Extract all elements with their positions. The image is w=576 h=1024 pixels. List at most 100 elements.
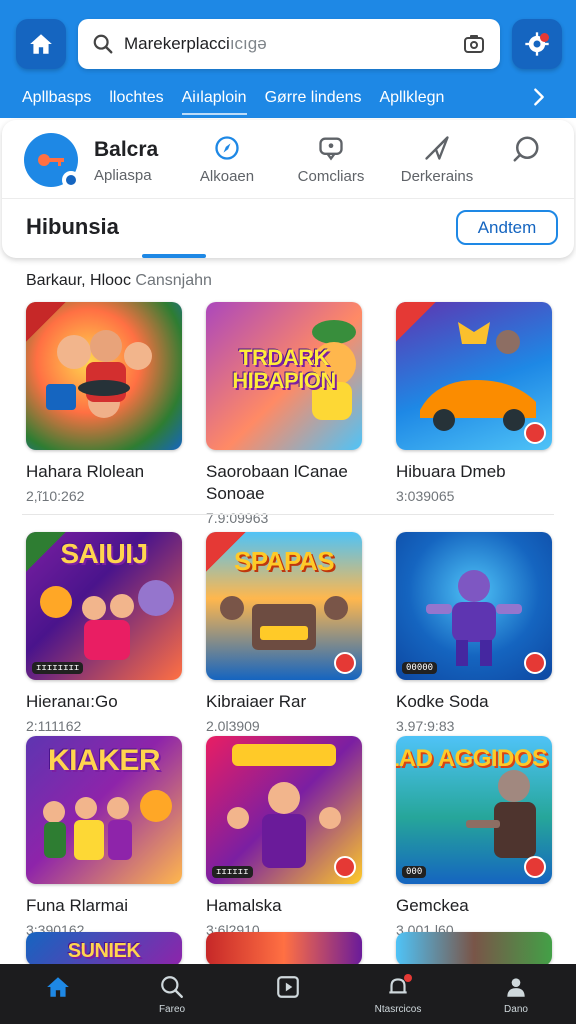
app-thumbnail[interactable] [206,932,362,966]
app-downloads: 2,ĩ10:262 [26,488,85,504]
list-item[interactable] [206,932,366,966]
badge-dot [524,652,546,674]
app-downloads: 3:039065 [396,488,455,504]
app-name: Gemckea [396,896,469,915]
app-tag: ɪɪɪɪɪɪɪɪ [32,662,84,674]
list-item[interactable]: KIAKER Funa Rlarmai 3:390162 [26,736,186,938]
tab-apps[interactable]: Apllbasps [22,89,91,107]
search-query: Marekerplacci [124,34,230,53]
comment-icon [513,136,539,162]
badge-dot [334,652,356,674]
category-item-2[interactable]: Comcliars [276,134,386,185]
nav-profile[interactable]: Dano [476,974,556,1015]
badge-dot [524,422,546,444]
search-input[interactable]: Marekerplacciıcıgə [124,34,462,54]
characters-illustration [43,790,172,860]
list-item[interactable]: ɪɪɪɪɪɪ Hamalska 3:6l2910 [206,736,366,938]
app-name: Hibuara Dmeb [396,462,506,481]
home-icon [30,34,52,54]
list-item[interactable]: SPAPAS Kibraiaer Rar 2.0l3909 [206,532,366,734]
list-item[interactable]: SAIUIJ ɪɪɪɪɪɪɪɪ Hieranaı:Go 2:111162 [26,532,186,734]
chevron-right-icon[interactable] [528,86,550,108]
app-name: Funa Rlarmai [26,896,129,915]
bottom-navigation: Fareo Ntasrcicos Dano [0,964,576,1024]
section-title: Hibunsia [26,214,119,239]
list-item[interactable]: Hahara Rlolean 2,ĩ10:262 [26,302,186,504]
search-icon [93,34,113,54]
app-thumbnail[interactable]: SUNIEK [26,932,182,966]
search-bar[interactable]: Marekerplacciıcıgə [78,19,500,69]
app-thumbnail[interactable] [396,932,552,966]
list-item[interactable]: TLAD AGGIDOS 000 Gemckea 3.001.l60 [396,736,556,938]
category-item-4[interactable] [486,134,566,170]
nav-search[interactable]: Fareo [132,974,212,1015]
profile-avatar[interactable] [24,133,80,189]
home-button[interactable] [16,19,66,69]
tab-categories[interactable]: llochtes [109,89,163,107]
app-tag: ɪɪɪɪɪɪ [212,866,253,878]
app-thumbnail[interactable]: TLAD AGGIDOS 000 [396,736,552,884]
app-thumbnail[interactable] [26,302,182,450]
tab-apps-more[interactable]: Apllklegn [379,89,444,107]
list-item[interactable]: SUNIEK [26,932,186,966]
tab-explore[interactable]: Aiılaploin [181,89,247,115]
nav-notifications[interactable]: Ntasrcicos [358,974,438,1015]
app-thumbnail[interactable]: KIAKER [26,736,182,884]
category-tabs: Apllbasps llochtes Aiılaploin Gørre lind… [0,80,576,116]
divider [2,198,574,199]
app-tag: 00000 [402,662,438,674]
app-thumbnail[interactable]: ɪɪɪɪɪɪ [206,736,362,884]
tab-games[interactable]: Gørre lindens [265,89,362,107]
app-downloads: 2:111162 [26,718,82,734]
section-action-button[interactable]: Andtem [456,210,558,245]
app-thumbnail[interactable]: 00000 [396,532,552,680]
app-name: Hamalska [206,896,282,915]
tab-indicator [142,254,206,258]
nav-label: Dano [504,1004,528,1015]
search-icon [161,976,183,998]
list-item[interactable]: TRDARK HIBAPION Saorobaan lCanae Sonoae … [206,302,366,526]
app-thumbnail[interactable]: TRDARK HIBAPION [206,302,362,450]
app-name: Kibraiaer Rar [206,692,307,711]
profile-badge [62,171,80,189]
app-tag: 000 [402,866,427,878]
list-item[interactable] [396,932,556,966]
key-icon [38,154,64,166]
camera-icon[interactable] [462,32,486,56]
list-item[interactable]: Hibuara Dmeb 3:039065 [396,302,556,504]
home-icon [47,977,69,997]
nav-label: Fareo [158,1004,186,1015]
list-heading-suffix: Cansnjahn [135,272,212,289]
app-name: Saorobaan lCanae [206,462,348,481]
send-icon [425,136,449,160]
app-downloads: 3.97:9:83 [396,718,455,734]
category-item-1[interactable]: Alkoaen [172,134,282,185]
play-icon [277,976,299,998]
nav-label: Ntasrcicos [374,1004,422,1015]
compass-icon [215,136,239,160]
nav-play[interactable] [248,974,328,1004]
app-name: Hieranaı:Go [26,692,118,711]
search-query-suffix: ıcıgə [229,34,267,53]
app-thumbnail[interactable]: SPAPAS [206,532,362,680]
characters-illustration [46,330,152,418]
category-label: Derkerains [400,168,474,185]
app-thumbnail[interactable] [396,302,552,450]
app-name: Kodke Soda [396,692,489,711]
app-downloads: 2.0l3909 [206,718,260,734]
app-name-line2: Sonoae [206,484,265,503]
nav-home[interactable] [18,974,98,1004]
settings-button[interactable] [512,19,562,69]
app-thumbnail[interactable]: SAIUIJ ɪɪɪɪɪɪɪɪ [26,532,182,680]
chat-icon [319,137,343,161]
app-title-art: TRDARK HIBAPION [232,345,336,394]
category-item-3[interactable]: Derkerains [382,134,492,185]
characters-illustration [40,580,174,660]
list-item[interactable]: 00000 Kodke Soda 3.97:9:83 [396,532,556,734]
category-label: Alkoaen [199,168,255,185]
profile-title: Balcra [94,138,159,161]
profile-subtitle: Apliaspa [94,167,152,184]
profile-icon [507,978,525,997]
list-heading: Barkaur, Hlooc Cansnjahn [26,272,212,290]
notification-dot [404,974,412,982]
